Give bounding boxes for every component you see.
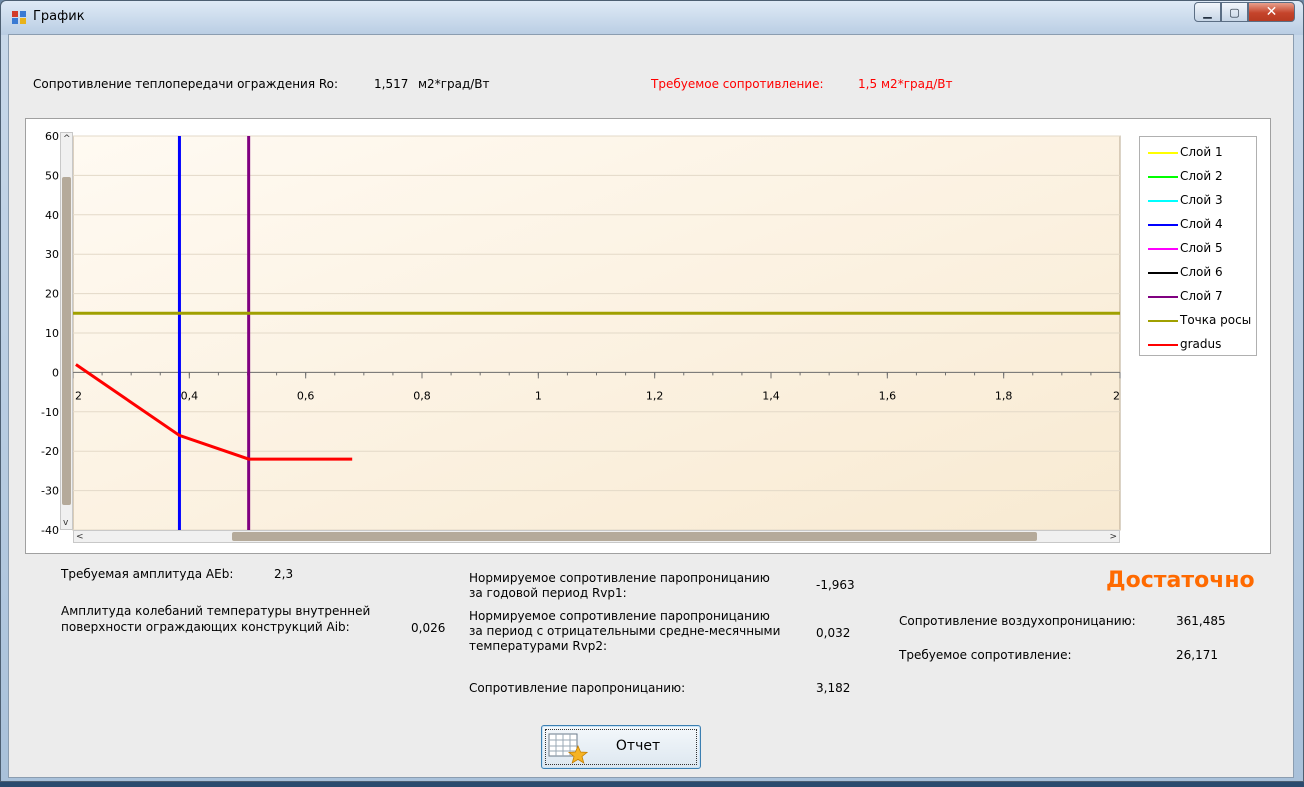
legend-item: gradus (1140, 333, 1258, 357)
legend-swatch (1148, 152, 1178, 154)
chart-legend: Слой 1 Слой 2 Слой 3 Слой 4 Слой 5 Слой 6 Слой… (1139, 136, 1257, 356)
x-tick-label: 0,6 (297, 389, 315, 402)
y-tick-label: 0 (52, 366, 59, 379)
legend-label: Слой 3 (1180, 193, 1223, 207)
legend-label: Слой 4 (1180, 217, 1223, 231)
report-button[interactable]: Отчет (541, 725, 701, 769)
chart-horizontal-scrollbar[interactable]: < > (73, 530, 1120, 543)
taskbar (0, 782, 1304, 787)
aib-label-line2: поверхности ограждающих конструкций Aib: (61, 620, 350, 634)
x-tick-label: 1,8 (995, 389, 1013, 402)
legend-item: Точка росы (1140, 309, 1258, 333)
legend-item: Слой 6 (1140, 261, 1258, 285)
aib-label-line1: Амплитуда колебаний температуры внутренн… (61, 604, 371, 618)
legend-swatch (1148, 248, 1178, 250)
required-resistance-value: 1,5 (858, 77, 878, 91)
horizontal-scroll-thumb[interactable] (232, 532, 1037, 541)
y-tick-label: -30 (41, 485, 59, 498)
required-resistance-label: Требуемое сопротивление: (651, 77, 824, 91)
legend-label: Слой 6 (1180, 265, 1223, 279)
legend-swatch (1148, 176, 1178, 178)
ro-value: 1,517 (374, 77, 409, 91)
vertical-scroll-thumb[interactable] (62, 177, 71, 505)
y-tick-label: -40 (41, 524, 59, 537)
y-tick-label: 10 (45, 327, 59, 340)
rvp1-label-line1: Нормируемое сопротивление паропроницанию (469, 571, 770, 585)
y-tick-label: -10 (41, 406, 59, 419)
minimize-button[interactable]: ▁ (1194, 2, 1221, 22)
vapor-resistance-value: 3,182 (816, 681, 851, 695)
y-tick-label: 60 (45, 130, 59, 143)
legend-swatch (1148, 296, 1178, 298)
ro-unit: м2*град/Вт (418, 77, 490, 91)
temperature-chart: 60 50 40 30 20 10 0 -10 -20 -30 -40 2 0,4 0,6 0,8 1 1,2 1… (41, 130, 1121, 537)
rvp1-value: -1,963 (816, 578, 855, 592)
status-text: Достаточно (1106, 568, 1255, 593)
scroll-up-icon[interactable]: ^ (63, 134, 71, 144)
aeb-label: Требуемая амплитуда AEb: (61, 567, 234, 581)
scroll-left-icon[interactable]: < (76, 532, 84, 542)
legend-swatch (1148, 200, 1178, 202)
legend-label: Слой 7 (1180, 289, 1223, 303)
window-title: График (33, 9, 85, 24)
scroll-right-icon[interactable]: > (1109, 532, 1117, 542)
rvp2-label-line2: за период с отрицательными средне-месячн… (469, 624, 781, 638)
x-tick-label: 1,4 (762, 389, 780, 402)
x-tick-label: 1,6 (879, 389, 897, 402)
air-required-value: 26,171 (1176, 648, 1218, 662)
y-tick-label: -20 (41, 445, 59, 458)
y-tick-label: 40 (45, 209, 59, 222)
legend-swatch (1148, 272, 1178, 274)
maximize-icon: ▢ (1229, 5, 1240, 19)
x-tick-label: 1,2 (646, 389, 664, 402)
legend-item: Слой 3 (1140, 189, 1258, 213)
y-tick-label: 20 (45, 288, 59, 301)
legend-label: gradus (1180, 337, 1222, 351)
aib-value: 0,026 (411, 621, 446, 635)
legend-item: Слой 4 (1140, 213, 1258, 237)
scroll-down-icon[interactable]: v (63, 518, 68, 528)
close-button[interactable]: ✕ (1248, 2, 1295, 22)
minimize-icon: ▁ (1203, 5, 1212, 19)
y-tick-label: 50 (45, 169, 59, 182)
close-icon: ✕ (1265, 4, 1278, 20)
legend-label: Слой 1 (1180, 145, 1223, 159)
report-button-label: Отчет (615, 738, 661, 754)
legend-label: Слой 5 (1180, 241, 1223, 255)
maximize-button[interactable]: ▢ (1221, 2, 1248, 22)
rvp2-value: 0,032 (816, 626, 851, 640)
chart-panel: 60 50 40 30 20 10 0 -10 -20 -30 -40 2 0,4 0,6 0,8 1 1,2 1… (25, 118, 1271, 554)
ro-label: Сопротивление теплопередачи ограждения R… (33, 77, 339, 91)
air-required-label: Требуемое сопротивление: (899, 648, 1072, 662)
air-resistance-value: 361,485 (1176, 614, 1226, 628)
chart-vertical-scrollbar[interactable]: ^ v (60, 132, 73, 530)
x-tick-label: 2 (75, 389, 82, 402)
air-resistance-label: Сопротивление воздухопроницанию: (899, 614, 1136, 628)
legend-label: Слой 2 (1180, 169, 1223, 183)
rvp2-label-line3: температурами Rvp2: (469, 639, 608, 653)
vapor-resistance-label: Сопротивление паропроницанию: (469, 681, 686, 695)
rvp2-label-line1: Нормируемое сопротивление паропроницанию (469, 609, 770, 623)
legend-swatch (1148, 344, 1178, 346)
required-resistance-unit: м2*град/Вт (881, 77, 953, 91)
legend-item: Слой 2 (1140, 165, 1258, 189)
y-tick-label: 30 (45, 248, 59, 261)
legend-item: Слой 7 (1140, 285, 1258, 309)
legend-item: Слой 1 (1140, 141, 1258, 165)
legend-item: Слой 5 (1140, 237, 1258, 261)
x-tick-label: 2 (1113, 389, 1120, 402)
rvp1-label-line2: за годовой период Rvp1: (469, 586, 627, 600)
legend-swatch (1148, 320, 1178, 322)
legend-swatch (1148, 224, 1178, 226)
legend-label: Точка росы (1180, 313, 1252, 327)
app-icon (12, 11, 26, 24)
x-tick-label: 0,4 (181, 389, 199, 402)
aeb-value: 2,3 (274, 567, 294, 581)
x-tick-label: 0,8 (413, 389, 431, 402)
x-tick-label: 1 (535, 389, 542, 402)
title-bar[interactable]: График ▁ ▢ ✕ (1, 1, 1303, 35)
